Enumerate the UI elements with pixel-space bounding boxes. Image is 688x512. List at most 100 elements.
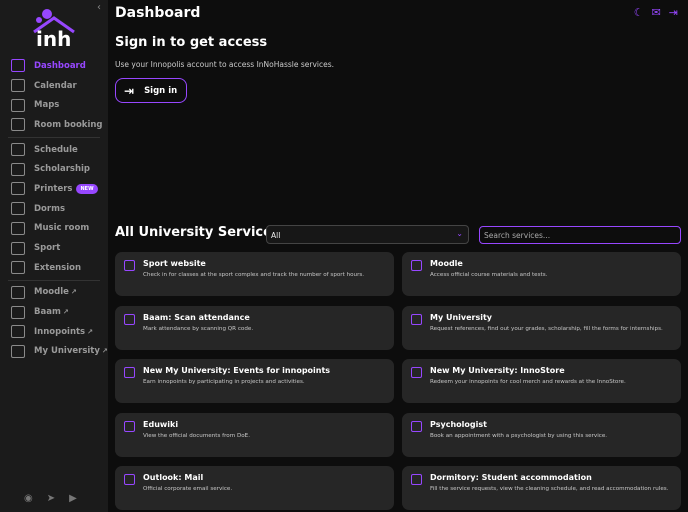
store-icon [411, 367, 422, 378]
sidebar-item-dorms[interactable]: Dorms [0, 199, 108, 219]
svg-text:inh: inh [36, 27, 71, 48]
service-title: Moodle [430, 259, 463, 268]
sidebar-item-label: Printers [34, 183, 73, 194]
sidebar: ‹ inh Dashboard Calendar Maps Room booking S… [0, 0, 108, 512]
sidebar-item-label: Schedule [34, 144, 78, 155]
theme-toggle-icon[interactable]: ☾ [634, 6, 644, 19]
service-description: Earn innopoints by participating in proj… [143, 379, 305, 385]
calendar-icon [11, 79, 25, 93]
sidebar-item-moodle[interactable]: Moodle ↗ [0, 283, 108, 303]
category-filter-select[interactable]: All ⌄ [266, 225, 469, 244]
sidebar-item-label: Sport [34, 243, 61, 254]
mail-icon [124, 474, 135, 485]
collapse-sidebar-icon[interactable]: ‹ [97, 2, 101, 13]
telegram-icon[interactable]: ➤ [47, 493, 55, 504]
service-description: View the official documents from DoE. [143, 432, 250, 439]
printer-icon [11, 182, 25, 196]
sport-icon [124, 260, 135, 271]
ruble-icon [124, 367, 135, 378]
signin-subtitle: Use your Innopolis account to access InN… [115, 60, 335, 69]
sidebar-item-label: My University [34, 346, 100, 357]
sidebar-item-innopoints[interactable]: Innopoints ↗ [0, 322, 108, 342]
service-card[interactable]: Dormitory: Student accommodation Fill the… [402, 466, 681, 510]
external-link-icon: ↗ [87, 327, 93, 336]
card-icon [11, 162, 25, 176]
qr-scan-icon [124, 313, 135, 325]
sidebar-item-label: Innopoints [34, 326, 86, 337]
dumbbell-icon [11, 241, 25, 255]
service-card[interactable]: Psychologist Book an appointment with a p… [402, 412, 681, 457]
sidebar-item-dashboard[interactable]: Dashboard [0, 56, 108, 76]
door-icon [11, 118, 25, 132]
home-icon [411, 474, 422, 485]
youtube-icon[interactable]: ▶ [69, 493, 77, 504]
feedback-icon[interactable]: ✉ [652, 6, 661, 19]
sidebar-item-label: Calendar [34, 80, 77, 91]
book-icon [411, 260, 422, 271]
filter-value: All [271, 231, 281, 240]
sidebar-item-calendar[interactable]: Calendar [0, 76, 108, 96]
dashboard-icon [11, 59, 25, 73]
sidebar-item-sport[interactable]: Sport [0, 238, 108, 258]
login-icon[interactable]: ⇥ [669, 6, 678, 19]
schedule-icon [11, 143, 25, 157]
psychologist-icon [411, 420, 422, 432]
service-card[interactable]: Eduwiki View the official documents from … [115, 412, 394, 457]
sidebar-item-extension[interactable]: Extension [0, 258, 108, 278]
service-card[interactable]: Baam: Scan attendance Mark attendance by … [115, 305, 394, 350]
service-description: Access official course materials and tes… [430, 272, 548, 278]
service-title: New My University: Events for innopoints [143, 366, 331, 375]
sign-in-button[interactable]: ⇥ Sign in [115, 78, 187, 103]
signin-heading: Sign in to get access [115, 35, 268, 50]
search-services-input[interactable] [479, 226, 681, 244]
service-card[interactable]: Outlook: Mail Official corporate email se… [115, 466, 394, 510]
sidebar-item-baam[interactable]: Baam ↗ [0, 302, 108, 322]
service-card[interactable]: My University Request references, find ou… [402, 305, 681, 350]
service-card[interactable]: New My University: Events for innopoints… [115, 359, 394, 403]
service-title: Eduwiki [143, 419, 179, 429]
sidebar-item-schedule[interactable]: Schedule [0, 140, 108, 160]
sidebar-item-label: Music room [34, 223, 90, 234]
sidebar-item-printers[interactable]: Printers NEW [0, 179, 108, 199]
service-card[interactable]: New My University: InnoStore Redeem your … [402, 359, 681, 403]
sidebar-item-label: Extension [34, 262, 82, 273]
dorm-icon [11, 202, 25, 216]
sidebar-item-maps[interactable]: Maps [0, 95, 108, 115]
sidebar-item-label: Room booking [34, 119, 103, 130]
sidebar-item-music-room[interactable]: Music room [0, 219, 108, 239]
chevron-down-icon: ⌄ [456, 229, 463, 238]
sidebar-item-room-booking[interactable]: Room booking [0, 115, 108, 135]
sidebar-item-my-university[interactable]: My University ↗ [0, 342, 108, 362]
sidebar-divider [8, 279, 100, 281]
sidebar-item-label: Dashboard [34, 60, 86, 71]
service-title: Psychologist [430, 419, 487, 429]
service-title: Sport website [143, 259, 206, 268]
map-icon [11, 98, 25, 112]
user-circle-icon [11, 344, 25, 358]
service-description: Redeem your innopoints for cool merch an… [430, 379, 626, 385]
service-title: Outlook: Mail [143, 473, 204, 482]
graduation-cap-icon [11, 285, 25, 299]
sidebar-item-label: Scholarship [34, 164, 91, 175]
sign-in-label: Sign in [144, 85, 178, 96]
external-link-icon: ↗ [62, 308, 69, 317]
service-card[interactable]: Sport website Check in for classes at the… [115, 252, 394, 296]
service-description: Mark attendance by scanning QR code. [143, 325, 254, 332]
github-icon[interactable]: ◉ [24, 493, 33, 504]
service-description: Request references, find out your grades… [430, 325, 663, 332]
qr-icon [11, 305, 25, 319]
service-description: Check in for classes at the sport comple… [143, 272, 365, 278]
service-title: Dormitory: Student accommodation [430, 473, 592, 482]
service-card[interactable]: Moodle Access official course materials a… [402, 252, 681, 296]
graduation-cap-icon [411, 313, 422, 325]
app-logo: inh [33, 9, 75, 48]
service-title: New My University: InnoStore [430, 366, 565, 375]
page-title: Dashboard [115, 5, 201, 21]
service-description: Fill the service requests, view the clea… [430, 486, 669, 492]
service-description: Official corporate email service. [143, 486, 233, 492]
services-heading: All University Services [115, 225, 280, 240]
service-title: Baam: Scan attendance [143, 312, 250, 322]
sidebar-item-scholarship[interactable]: Scholarship [0, 159, 108, 179]
service-title: My University [430, 312, 493, 322]
external-link-icon: ↗ [101, 347, 108, 356]
